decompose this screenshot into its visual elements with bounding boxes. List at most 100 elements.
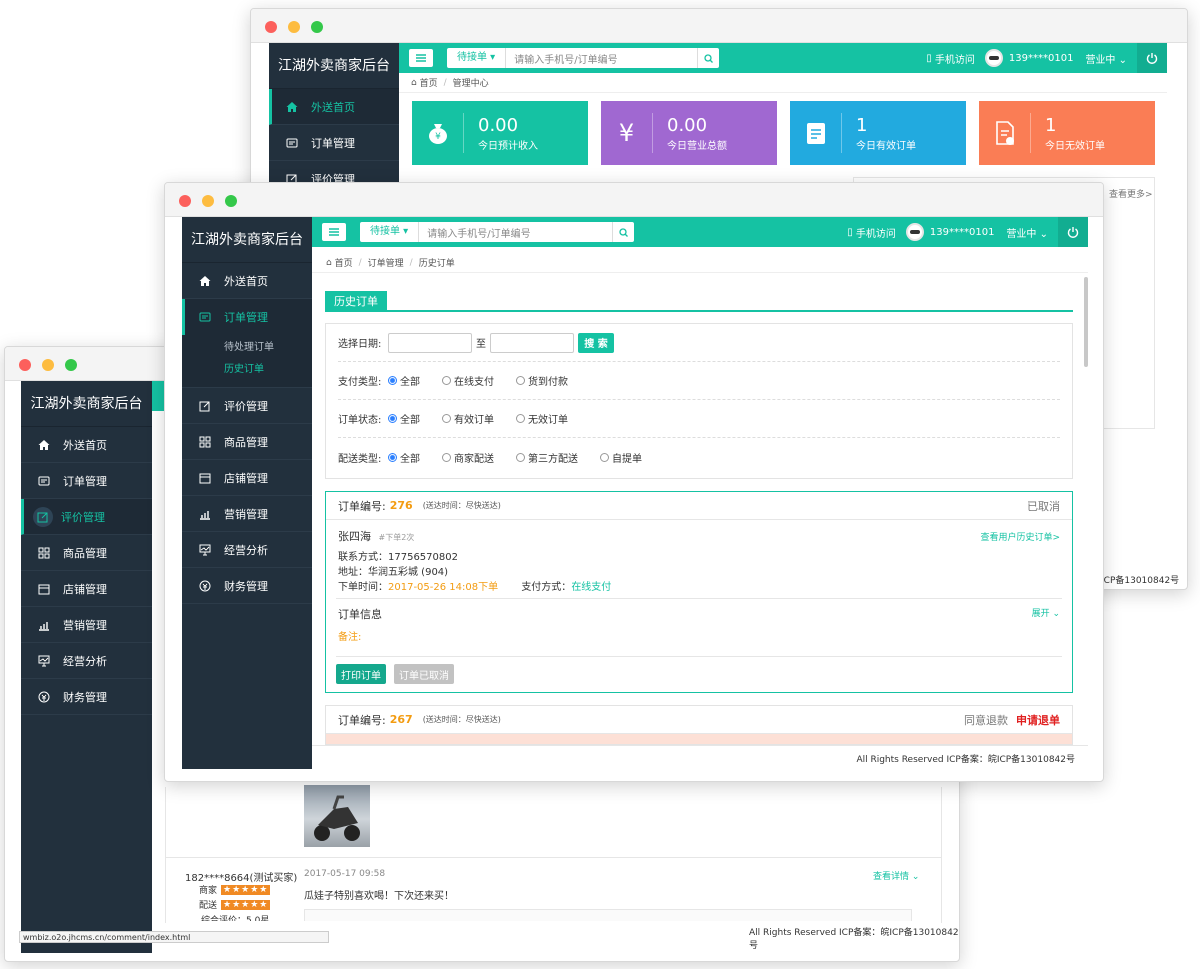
minimize-dot[interactable] [42, 359, 54, 371]
print-order-button[interactable]: 打印订单 [336, 664, 386, 684]
nav-orders[interactable]: 订单管理 [269, 125, 399, 161]
back-topbar: 待接单 ▾ 请输入手机号/订单编号 ▯ 手机访问 139****0101 营业中… [399, 43, 1167, 73]
state-radio-invalid[interactable]: 无效订单 [516, 411, 568, 426]
state-radio-all[interactable]: 全部 [388, 411, 420, 426]
end-date-input[interactable] [490, 332, 574, 353]
order-time: 2017-05-26 14:08下单 [388, 582, 499, 593]
power-icon[interactable] [1058, 217, 1088, 247]
agree-refund-link[interactable]: 同意退款 [964, 712, 1008, 728]
search-icon[interactable] [612, 222, 634, 242]
ship-radio-all[interactable]: 全部 [388, 450, 420, 465]
tab-history-orders[interactable]: 历史订单 [325, 291, 387, 311]
breadcrumb: ⌂ 首页 / 管理中心 [399, 73, 1167, 93]
zoom-dot[interactable] [311, 21, 323, 33]
subnav-history-orders[interactable]: 历史订单 [182, 359, 312, 381]
ship-radio-pickup[interactable]: 自提单 [600, 450, 642, 465]
nav-label: 外送首页 [224, 274, 268, 288]
business-status-dropdown[interactable]: 营业中 ⌄ [1006, 225, 1048, 240]
nav-goods[interactable]: 商品管理 [21, 535, 152, 571]
business-status-dropdown[interactable]: 营业中 ⌄ [1085, 51, 1127, 66]
contact: 联系方式：17756570802 [338, 552, 458, 563]
nav-marketing[interactable]: 营销管理 [182, 496, 312, 532]
nav-analysis[interactable]: 经营分析 [21, 643, 152, 679]
close-dot[interactable] [19, 359, 31, 371]
search-icon[interactable] [697, 48, 719, 68]
left-sidebar: 江湖外卖商家后台 外送首页 订单管理 评价管理 商品管理 店铺管理 营销管理 经… [21, 381, 152, 953]
avatar[interactable] [905, 223, 924, 241]
nav-label: 评价管理 [224, 399, 268, 413]
mobile-access-link[interactable]: 手机访问 [856, 225, 896, 240]
close-dot[interactable] [179, 195, 191, 207]
nav-orders[interactable]: 订单管理 [21, 463, 152, 499]
order-cancelled-button: 订单已取消 [394, 664, 454, 684]
back-titlebar [251, 9, 1187, 43]
nav-finance[interactable]: 财务管理 [21, 679, 152, 715]
nav-analysis[interactable]: 经营分析 [182, 532, 312, 568]
scrollbar[interactable] [1084, 277, 1088, 367]
order-id[interactable]: 267 [390, 713, 413, 726]
power-icon[interactable] [1137, 43, 1167, 73]
start-date-input[interactable] [388, 332, 472, 353]
crumb-orders[interactable]: 订单管理 [368, 256, 404, 269]
nav-home[interactable]: 外送首页 [269, 89, 399, 125]
search-input[interactable]: 请输入手机号/订单编号 [506, 51, 697, 66]
ship-radio-merchant[interactable]: 商家配送 [442, 450, 494, 465]
nav-finance[interactable]: 财务管理 [182, 568, 312, 604]
expand-link[interactable]: 展开 ⌄ [1032, 606, 1060, 619]
minimize-dot[interactable] [202, 195, 214, 207]
yen-icon: ¥ [601, 113, 653, 153]
order-header: 订单编号: 267 (送达时间：尽快送达) 同意退款 申请退单 [326, 706, 1072, 734]
nav-label: 评价管理 [61, 510, 105, 524]
nav-home[interactable]: 外送首页 [21, 427, 152, 463]
ship-radio-third-party[interactable]: 第三方配送 [516, 450, 578, 465]
nav-orders[interactable]: 订单管理 [182, 299, 312, 335]
order-id[interactable]: 276 [390, 499, 413, 512]
search-button[interactable]: 搜 索 [578, 332, 614, 353]
nav-home[interactable]: 外送首页 [182, 263, 312, 299]
state-radio-valid[interactable]: 有效订单 [442, 411, 494, 426]
status-url: wmbiz.o2o.jhcms.cn/comment/index.html [19, 931, 329, 943]
nav-store[interactable]: 店铺管理 [182, 460, 312, 496]
minimize-dot[interactable] [288, 21, 300, 33]
pay-radio-online[interactable]: 在线支付 [442, 373, 494, 388]
order-status: 已取消 [1027, 499, 1060, 513]
refund-banner [326, 734, 1072, 744]
close-dot[interactable] [265, 21, 277, 33]
phone-icon: ▯ [926, 52, 932, 64]
brand-title: 江湖外卖商家后台 [21, 381, 152, 427]
back-sidebar: 江湖外卖商家后台 外送首页 订单管理 评价管理 [269, 43, 399, 203]
grid-icon [37, 546, 51, 560]
content-frame [165, 787, 942, 923]
crumb-home[interactable]: 首页 [420, 76, 438, 89]
order-status-select[interactable]: 待接单 ▾ [360, 222, 420, 242]
stat-card-turnover: ¥ 0.00 今日营业总额 [601, 101, 777, 165]
nav-goods[interactable]: 商品管理 [182, 424, 312, 460]
tab-underline [325, 310, 1073, 312]
order-card-2: 订单编号: 267 (送达时间：尽快送达) 同意退款 申请退单 [325, 705, 1073, 745]
nav-reviews[interactable]: 评价管理 [21, 499, 152, 535]
mobile-access-link[interactable]: 手机访问 [935, 51, 975, 66]
date-filter-row: 选择日期: 至 搜 索 [338, 324, 1060, 362]
menu-toggle-button[interactable] [322, 223, 346, 241]
order-status-select[interactable]: 待接单 ▾ [447, 48, 507, 68]
nav-label: 财务管理 [63, 690, 107, 704]
nav-marketing[interactable]: 营销管理 [21, 607, 152, 643]
doc-minus-icon [979, 113, 1031, 153]
store-icon [37, 582, 51, 596]
order-id-label: 订单编号: [338, 499, 386, 513]
subnav-pending-orders[interactable]: 待处理订单 [182, 337, 312, 359]
zoom-dot[interactable] [225, 195, 237, 207]
pay-radio-all[interactable]: 全部 [388, 373, 420, 388]
customer-name: 张四海 #下单2次 [338, 530, 415, 543]
menu-toggle-button[interactable] [409, 49, 433, 67]
pay-radio-cod[interactable]: 货到付款 [516, 373, 568, 388]
nav-label: 营销管理 [63, 618, 107, 632]
chart-icon [37, 618, 51, 632]
zoom-dot[interactable] [65, 359, 77, 371]
crumb-home[interactable]: 首页 [335, 256, 353, 269]
nav-reviews[interactable]: 评价管理 [182, 388, 312, 424]
nav-store[interactable]: 店铺管理 [21, 571, 152, 607]
search-input[interactable]: 请输入手机号/订单编号 [419, 225, 612, 240]
avatar[interactable] [984, 49, 1003, 67]
user-history-link[interactable]: 查看用户历史订单> [980, 530, 1060, 543]
